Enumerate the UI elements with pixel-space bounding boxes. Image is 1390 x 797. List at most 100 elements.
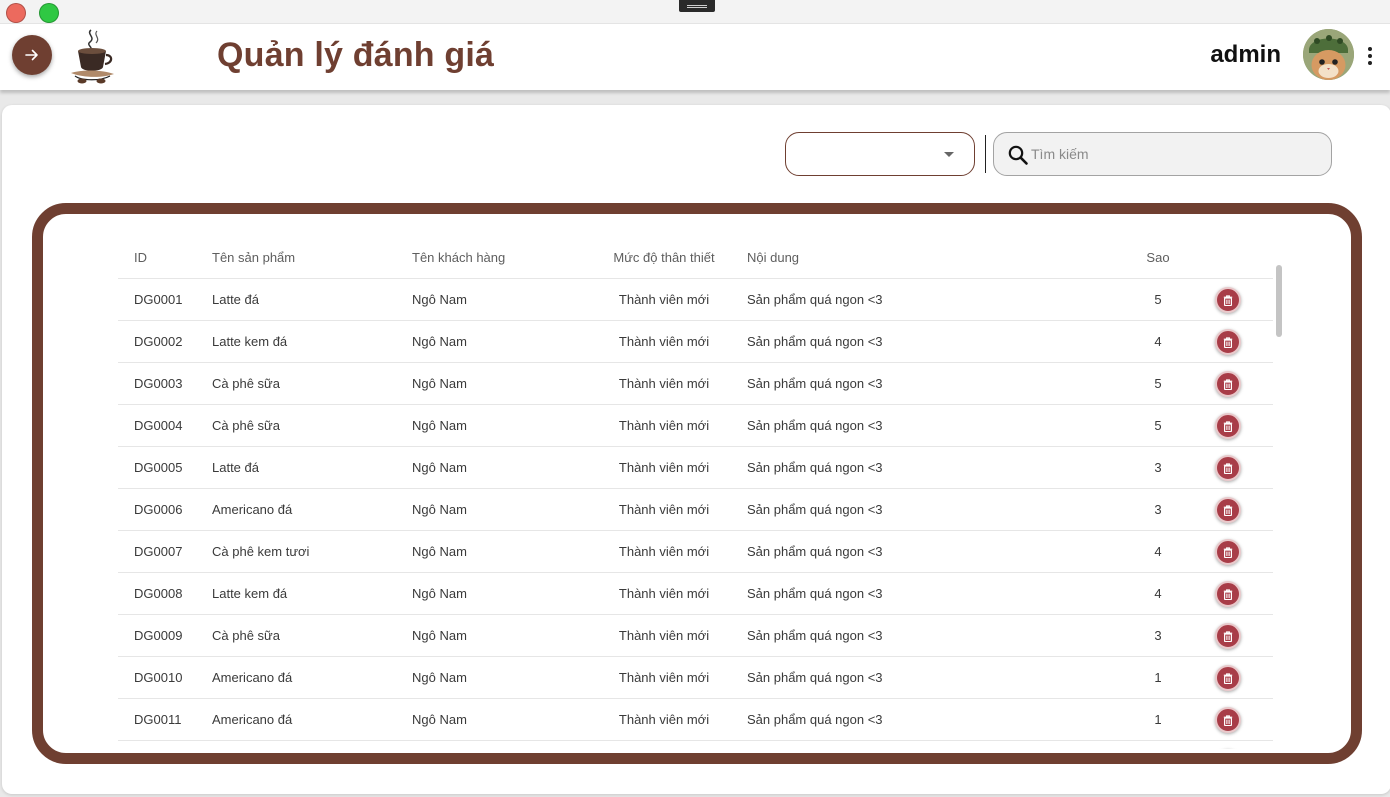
close-dot-icon[interactable] [6,3,26,23]
cell-level: Thành viên mới [618,334,710,349]
delete-review-button[interactable] [1215,329,1241,355]
cell-level: Thành viên mới [618,544,710,559]
table-scrollbar-thumb[interactable] [1276,265,1282,337]
table-header-row: ID Tên sản phẩm Tên khách hàng Mức độ th… [118,237,1273,279]
cell-content: Sản phẩm quá ngon <3 [747,586,883,601]
cell-content: Sản phẩm quá ngon <3 [747,670,883,685]
table-row[interactable] [118,741,1273,749]
search-input[interactable] [1031,141,1321,167]
cell-id: DG0004 [134,418,183,433]
cell-id: DG0011 [134,712,182,727]
cell-id: DG0007 [134,544,183,559]
search-field[interactable] [993,132,1332,176]
cell-id: DG0003 [134,376,183,391]
nav-toggle-button[interactable] [12,35,52,75]
cell-customer: Ngô Nam [412,712,467,727]
column-header-customer[interactable]: Tên khách hàng [412,237,505,279]
table-row[interactable]: DG0006 Americano đá Ngô Nam Thành viên mới S… [118,489,1273,531]
cell-stars: 4 [1154,544,1162,559]
cell-level: Thành viên mới [618,586,710,601]
cell-content: Sản phẩm quá ngon <3 [747,628,883,643]
table-row[interactable]: DG0007 Cà phê kem tươi Ngô Nam Thành viên m… [118,531,1273,573]
window-titlebar [0,0,1390,24]
column-header-stars[interactable]: Sao [1133,237,1183,279]
cell-product: Cà phê sữa [212,418,280,433]
cell-id: DG0002 [134,334,183,349]
cell-stars: 3 [1154,502,1162,517]
cell-id: DG0001 [134,292,183,307]
column-header-id[interactable]: ID [134,237,147,279]
cell-content: Sản phẩm quá ngon <3 [747,502,883,517]
cell-content: Sản phẩm quá ngon <3 [747,376,883,391]
cell-customer: Ngô Nam [412,544,467,559]
cell-content: Sản phẩm quá ngon <3 [747,418,883,433]
delete-review-button[interactable] [1215,497,1241,523]
reviews-table-frame: ID Tên sản phẩm Tên khách hàng Mức độ th… [32,203,1362,764]
cell-level: Thành viên mới [618,502,710,517]
column-header-content[interactable]: Nội dung [747,237,799,279]
table-row[interactable]: DG0004 Cà phê sữa Ngô Nam Thành viên mới Sản… [118,405,1273,447]
page-title: Quản lý đánh giá [217,36,495,74]
cell-product: Americano đá [212,712,293,727]
delete-review-button[interactable] [1215,371,1241,397]
cell-stars: 4 [1154,586,1162,601]
delete-review-button[interactable] [1215,287,1241,313]
cell-stars: 5 [1154,292,1162,307]
cell-customer: Ngô Nam [412,628,467,643]
cell-customer: Ngô Nam [412,292,467,307]
search-icon [1008,145,1028,165]
maximize-dot-icon[interactable] [39,3,59,23]
cell-customer: Ngô Nam [412,418,467,433]
trash-icon [1223,588,1233,600]
trash-icon [1223,336,1233,348]
cell-content: Sản phẩm quá ngon <3 [747,460,883,475]
table-row[interactable]: DG0010 Americano đá Ngô Nam Thành viên mới S… [118,657,1273,699]
cell-stars: 1 [1154,670,1162,685]
cell-stars: 5 [1154,376,1162,391]
cell-product: Cà phê kem tươi [212,544,310,559]
trash-icon [1223,462,1233,474]
delete-review-button[interactable] [1215,539,1241,565]
cell-content: Sản phẩm quá ngon <3 [747,544,883,559]
delete-review-button[interactable] [1215,413,1241,439]
delete-review-button[interactable] [1215,581,1241,607]
level-filter-select[interactable] [785,132,975,176]
coffee-cup-logo-icon [71,29,114,84]
cell-level: Thành viên mới [618,670,710,685]
column-header-level[interactable]: Mức độ thân thiết [594,237,734,279]
cell-stars: 3 [1154,460,1162,475]
table-row[interactable]: DG0008 Latte kem đá Ngô Nam Thành viên mới S… [118,573,1273,615]
avatar[interactable] [1303,29,1354,80]
cell-product: Latte kem đá [212,586,288,601]
cell-id: DG0008 [134,586,183,601]
table-row[interactable]: DG0003 Cà phê sữa Ngô Nam Thành viên mới Sản… [118,363,1273,405]
table-row[interactable]: DG0009 Cà phê sữa Ngô Nam Thành viên mới Sản… [118,615,1273,657]
table-row[interactable]: DG0011 Americano đá Ngô Nam Thành viên mới S… [118,699,1273,741]
cell-customer: Ngô Nam [412,376,467,391]
cell-product: Cà phê sữa [212,376,280,391]
cell-product: Cà phê sữa [212,628,280,643]
table-row[interactable]: DG0001 Latte đá Ngô Nam Thành viên mới Sản p… [118,279,1273,321]
reviews-table[interactable]: ID Tên sản phẩm Tên khách hàng Mức độ th… [107,237,1273,749]
cell-customer: Ngô Nam [412,586,467,601]
cell-stars: 5 [1154,418,1162,433]
more-vertical-icon[interactable] [1362,44,1378,68]
table-row[interactable]: DG0002 Latte kem đá Ngô Nam Thành viên mới S… [118,321,1273,363]
cell-content: Sản phẩm quá ngon <3 [747,292,883,307]
table-row[interactable]: DG0005 Latte đá Ngô Nam Thành viên mới Sản p… [118,447,1273,489]
window-grip-handle[interactable] [679,0,715,12]
cell-customer: Ngô Nam [412,460,467,475]
delete-review-button[interactable] [1215,707,1241,733]
delete-review-button[interactable] [1215,455,1241,481]
app-header: Quản lý đánh giá admin [0,24,1390,90]
caret-down-icon [944,152,954,157]
cell-level: Thành viên mới [618,628,710,643]
cell-id: DG0005 [134,460,183,475]
trash-icon [1223,672,1233,684]
cell-id: DG0010 [134,670,183,685]
column-header-product[interactable]: Tên sản phẩm [212,237,295,279]
delete-review-button[interactable] [1215,623,1241,649]
username-label: admin [1210,41,1281,68]
cell-product: Latte đá [212,460,259,475]
delete-review-button[interactable] [1215,665,1241,691]
